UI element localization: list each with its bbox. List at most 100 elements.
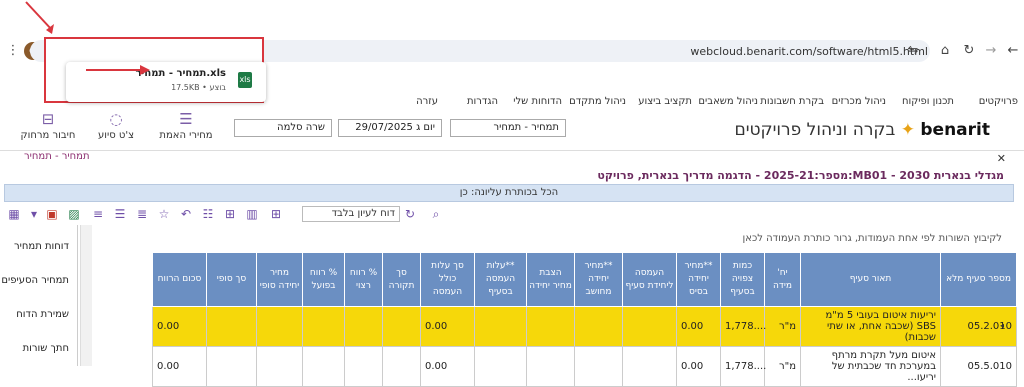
menu-advanced[interactable]: ניהול מתקדם xyxy=(569,96,626,107)
align-icon[interactable]: ≣ xyxy=(134,206,150,222)
menu-projects[interactable]: פרויקטים xyxy=(979,96,1018,107)
site-settings-icon[interactable]: ⇋ xyxy=(904,42,922,60)
menu-my-reports[interactable]: הדוחות שלי xyxy=(513,96,562,107)
menu-settings[interactable]: הגדרות xyxy=(467,96,498,107)
col-header[interactable]: % רווח רצוי xyxy=(344,252,383,307)
side-item-costing-reports[interactable]: דוחות תמחיר xyxy=(14,241,69,252)
cell-total-cost[interactable]: 0.00 xyxy=(420,306,475,347)
user-field[interactable]: שרה סלמה xyxy=(234,119,332,137)
menu-invoices[interactable]: בקרת חשבונות xyxy=(760,96,824,107)
side-item-save-report[interactable]: שמירת הדוח xyxy=(16,309,69,320)
cell-empty[interactable] xyxy=(344,306,383,347)
pdf-icon[interactable]: ▣ xyxy=(44,206,60,222)
more-vert-icon[interactable]: ⋮ xyxy=(4,42,22,60)
undo-icon[interactable]: ↶ xyxy=(178,206,194,222)
cell-base-price[interactable]: 0.00 xyxy=(676,306,721,347)
col-header[interactable]: הצבת מחיר יחידה xyxy=(526,252,575,307)
cell-empty[interactable] xyxy=(382,306,421,347)
col-header[interactable]: **מחיר יחידה מחושב xyxy=(574,252,623,307)
home-icon[interactable]: ⌂ xyxy=(936,42,954,60)
real-prices-button[interactable]: ☰ מחירי האמת xyxy=(158,110,214,141)
cell-empty[interactable] xyxy=(574,306,623,347)
search-icon[interactable]: ⌕ xyxy=(428,206,444,222)
cell-total-cost[interactable]: 0.00 xyxy=(420,346,475,387)
cell-qty[interactable]: 1,778.... xyxy=(720,306,766,347)
cell-empty[interactable] xyxy=(206,306,257,347)
cell-empty[interactable] xyxy=(344,346,383,387)
excel-icon[interactable]: ▨ xyxy=(66,206,82,222)
menu-budget[interactable]: תקציב ביצוע xyxy=(638,96,692,107)
remote-connect-button[interactable]: ⊟ חיבור מרחוק xyxy=(20,110,76,141)
cell-empty[interactable] xyxy=(256,346,303,387)
layout-icon[interactable]: ▦ xyxy=(6,206,22,222)
menu-tenders[interactable]: ניהול מכרזים xyxy=(832,96,886,107)
date-select[interactable]: יום ג 29/07/2025 xyxy=(338,119,442,137)
table-row[interactable]: 05.2.010 יריעות איטום בעובי 5 מ"מ SBS (ש… xyxy=(152,306,1017,347)
cell-empty[interactable] xyxy=(206,346,257,387)
cell-unit[interactable]: מ"ר xyxy=(764,306,801,347)
cell-empty[interactable] xyxy=(474,306,527,347)
col-header[interactable]: מחיר יחידה סופי xyxy=(256,252,303,307)
col-header[interactable]: **עלות העמסה בסעיף xyxy=(474,252,527,307)
cell-desc[interactable]: איטום מעל תקרת מרתף במערכת חד שכבתית של … xyxy=(800,346,941,387)
cell-empty[interactable] xyxy=(302,306,345,347)
col-header[interactable]: סך סופי xyxy=(206,252,257,307)
cell-desc[interactable]: יריעות איטום בעובי 5 מ"מ SBS (שכבה אחת, … xyxy=(800,306,941,347)
star-icon[interactable]: ☆ xyxy=(156,206,172,222)
col-header[interactable]: כמות צפויה בסעיף xyxy=(720,252,765,307)
expand-icon[interactable]: ⊞ xyxy=(222,206,238,222)
app-logo: בקרה וניהול פרויקטים ✦ benarit xyxy=(734,120,990,140)
remote-icon: ⊟ xyxy=(41,110,55,128)
col-header[interactable]: סך תקורה xyxy=(382,252,421,307)
indent-icon[interactable]: ≡ xyxy=(90,206,106,222)
col-header[interactable]: העמסה ליחידת סעיף xyxy=(622,252,677,307)
view-mode-select[interactable]: דוח לעיון בלבד xyxy=(302,206,400,222)
chevron-down-icon[interactable]: ▾ xyxy=(26,206,42,222)
back-icon[interactable]: ← xyxy=(1004,42,1022,60)
cell-num[interactable]: 05.5.010 xyxy=(940,346,1017,387)
rows-icon[interactable]: ☰ xyxy=(112,206,128,222)
col-header[interactable]: סכום הרווח xyxy=(152,252,207,307)
price-list-icon: ☰ xyxy=(179,110,193,128)
cell-empty[interactable] xyxy=(256,306,303,347)
cell-empty[interactable] xyxy=(382,346,421,387)
cell-unit[interactable]: מ"ר xyxy=(764,346,801,387)
side-item-row-cut[interactable]: חתך שורות xyxy=(23,343,69,354)
table-header-row: מספר סעיף מלא תאור סעיף יח' מידה כמות צפ… xyxy=(152,252,1017,307)
cell-empty[interactable] xyxy=(574,346,623,387)
col-header[interactable]: סך עלות כולל העמסה xyxy=(420,252,475,307)
columns-icon[interactable]: ▥ xyxy=(244,206,260,222)
menu-help[interactable]: עזרה xyxy=(416,96,438,107)
cell-empty[interactable] xyxy=(526,346,575,387)
cell-empty[interactable] xyxy=(622,306,677,347)
cell-profit[interactable]: 0.00 xyxy=(152,346,207,387)
refresh-icon[interactable]: ↻ xyxy=(402,206,418,222)
vertical-scrollbar[interactable] xyxy=(80,225,92,366)
menu-planning[interactable]: תכנון ופיקוח xyxy=(902,96,954,107)
cell-base-price[interactable]: 0.00 xyxy=(676,346,721,387)
col-header[interactable]: יח' מידה xyxy=(764,252,801,307)
table-row[interactable]: 05.5.010 איטום מעל תקרת מרתף במערכת חד ש… xyxy=(152,346,1017,387)
list-icon[interactable]: ☷ xyxy=(200,206,216,222)
side-item-sections-costing[interactable]: תמחיר הסעיפים xyxy=(1,275,69,286)
forward-icon[interactable]: → xyxy=(982,42,1000,60)
costing-select[interactable]: תמחיר - תמחיר xyxy=(450,119,566,137)
cell-empty[interactable] xyxy=(526,306,575,347)
tab-costing[interactable]: תמחיר - תמחיר xyxy=(24,151,90,162)
cell-empty[interactable] xyxy=(474,346,527,387)
menu-resources[interactable]: ניהול משאבים xyxy=(698,96,758,107)
cell-qty[interactable]: 1,778.... xyxy=(720,346,766,387)
grid-icon[interactable]: ⊞ xyxy=(268,206,284,222)
col-header[interactable]: תאור סעיף xyxy=(800,252,941,307)
cell-profit[interactable]: 0.00 xyxy=(152,306,207,347)
col-header[interactable]: % רווח בפועל xyxy=(302,252,345,307)
reload-icon[interactable]: ↻ xyxy=(960,42,978,60)
chat-support-button[interactable]: ◌ צ'ט סיוע xyxy=(88,110,144,141)
cell-empty[interactable] xyxy=(302,346,345,387)
close-icon[interactable]: ✕ xyxy=(997,152,1006,165)
project-line: מספר:2025-21 - הדגמה מדריך בנארית, פרויק… xyxy=(597,169,1004,182)
col-header[interactable]: **מחיר יחידה בסיס xyxy=(676,252,721,307)
col-header[interactable]: מספר סעיף מלא xyxy=(940,252,1017,307)
url-text[interactable]: webcloud.benarit.com/software/html5.html xyxy=(690,45,928,58)
cell-empty[interactable] xyxy=(622,346,677,387)
